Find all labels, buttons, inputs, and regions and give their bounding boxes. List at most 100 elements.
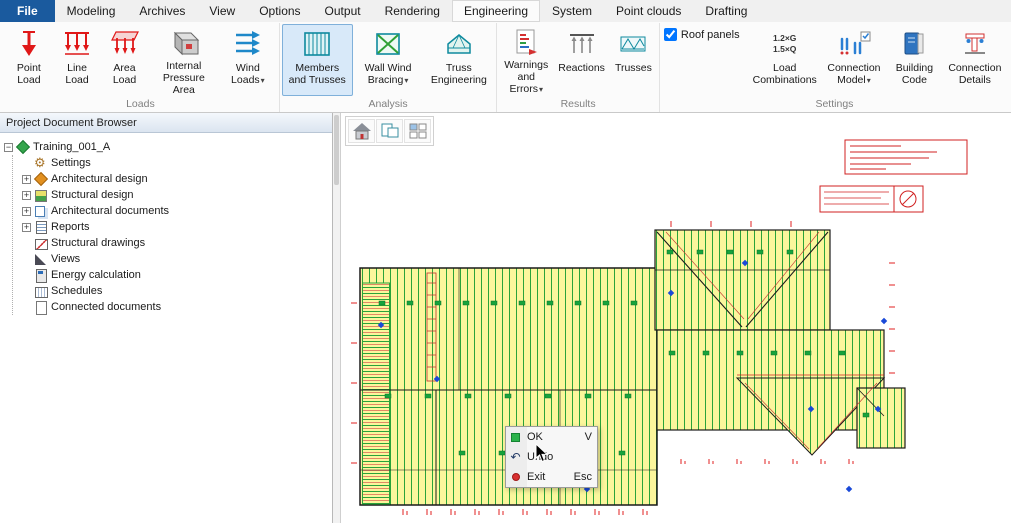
wind-loads-button[interactable]: Wind Loads▾ xyxy=(219,24,277,96)
menu-tab-bar: File Modeling Archives View Options Outp… xyxy=(0,0,1011,22)
chevron-down-icon: ▾ xyxy=(261,76,265,85)
tree-item-structural-drawings[interactable]: Structural drawings xyxy=(22,235,332,251)
project-tree: − Training_001_A Settings + Architectura… xyxy=(0,133,332,523)
trusses-button[interactable]: Trusses xyxy=(610,24,657,96)
tab-file[interactable]: File xyxy=(0,0,55,22)
line-load-icon xyxy=(62,28,92,60)
ribbon-group-label: Results xyxy=(499,97,657,112)
sidebar-scrollbar[interactable] xyxy=(333,113,341,523)
canvas-toolbar xyxy=(345,116,434,146)
undo-icon: ↶ xyxy=(509,451,522,463)
context-menu-item-exit[interactable]: Exit Esc xyxy=(506,467,597,487)
reactions-button[interactable]: Reactions xyxy=(553,24,610,96)
trusses-icon xyxy=(620,28,646,60)
grid-view-button[interactable] xyxy=(404,119,431,143)
tab-output[interactable]: Output xyxy=(313,0,373,22)
connection-model-button[interactable]: Connection Model▾ xyxy=(822,24,886,96)
connection-details-button[interactable]: Connection Details xyxy=(943,24,1007,96)
tab-drafting[interactable]: Drafting xyxy=(693,0,759,22)
warnings-and-errors-icon xyxy=(513,28,539,57)
expand-toggle[interactable]: + xyxy=(22,175,31,184)
drawing-canvas[interactable]: OK V ↶ Undo Exit Esc xyxy=(341,113,1011,523)
expand-toggle[interactable]: + xyxy=(22,191,31,200)
tab-view[interactable]: View xyxy=(197,0,247,22)
truss-engineering-button[interactable]: Truss Engineering xyxy=(423,24,494,96)
chevron-down-icon: ▾ xyxy=(404,76,408,85)
connection-details-icon xyxy=(961,28,989,60)
tree-item-energy-calculation[interactable]: Energy calculation xyxy=(22,267,332,283)
reactions-icon xyxy=(567,28,597,60)
tab-archives[interactable]: Archives xyxy=(127,0,197,22)
context-menu: OK V ↶ Undo Exit Esc xyxy=(505,426,598,488)
exit-icon xyxy=(509,473,522,481)
tree-item-reports[interactable]: + Reports xyxy=(22,219,332,235)
chevron-down-icon: ▾ xyxy=(539,85,543,94)
document-icon xyxy=(34,301,48,314)
tab-point-clouds[interactable]: Point clouds xyxy=(604,0,693,22)
members-and-trusses-icon xyxy=(302,28,332,60)
wall-wind-bracing-icon xyxy=(374,28,402,60)
tab-system[interactable]: System xyxy=(540,0,604,22)
area-load-button[interactable]: Area Load xyxy=(100,24,148,96)
context-menu-item-undo[interactable]: ↶ Undo xyxy=(506,447,597,467)
energy-calculation-icon xyxy=(34,269,48,282)
point-load-button[interactable]: Point Load xyxy=(4,24,54,96)
ribbon-group-label: Analysis xyxy=(282,97,494,112)
ribbon-group-label: Loads xyxy=(4,97,277,112)
panel-title: Project Document Browser xyxy=(0,113,332,133)
tab-engineering[interactable]: Engineering xyxy=(452,0,540,22)
load-combinations-button[interactable]: 1.2×G 1.5×Q Load Combinations xyxy=(748,24,822,96)
project-icon xyxy=(16,141,30,154)
grid-icon xyxy=(408,122,428,140)
building-code-icon xyxy=(901,28,927,60)
windows-icon xyxy=(380,122,400,140)
home-view-button[interactable] xyxy=(348,119,375,143)
floor-plan-drawing[interactable] xyxy=(341,113,1011,523)
tile-windows-button[interactable] xyxy=(376,119,403,143)
tree-item-connected-documents[interactable]: Connected documents xyxy=(22,299,332,315)
building-code-button[interactable]: Building Code xyxy=(886,24,943,96)
tab-options[interactable]: Options xyxy=(247,0,312,22)
tree-item-architectural-design[interactable]: + Architectural design xyxy=(22,171,332,187)
drawings-icon xyxy=(34,237,48,250)
collapse-toggle[interactable]: − xyxy=(4,143,13,152)
tree-item-schedules[interactable]: Schedules xyxy=(22,283,332,299)
wall-wind-bracing-button[interactable]: Wall Wind Bracing▾ xyxy=(353,24,424,96)
schedules-icon xyxy=(34,285,48,298)
internal-pressure-area-icon xyxy=(166,28,202,58)
truss-engineering-icon xyxy=(445,28,473,60)
scrollbar-thumb[interactable] xyxy=(334,115,339,185)
views-icon xyxy=(34,253,48,266)
warnings-and-errors-button[interactable]: Warnings and Errors▾ xyxy=(499,24,553,96)
context-menu-item-ok[interactable]: OK V xyxy=(506,427,597,447)
line-load-button[interactable]: Line Load xyxy=(54,24,101,96)
tree-item-views[interactable]: Views xyxy=(22,251,332,267)
roof-panels-label: Roof panels xyxy=(681,29,740,41)
structural-design-icon xyxy=(34,189,48,202)
reports-icon xyxy=(34,221,48,234)
tree-item-root[interactable]: − Training_001_A xyxy=(4,139,332,155)
point-load-icon xyxy=(17,28,41,60)
ribbon: Point Load Line Load Area Load Internal … xyxy=(0,22,1011,113)
tab-modeling[interactable]: Modeling xyxy=(55,0,128,22)
connection-model-icon xyxy=(836,28,872,60)
tree-item-architectural-documents[interactable]: + Architectural documents xyxy=(22,203,332,219)
ribbon-group-results: Warnings and Errors▾ Reactions Trusses R… xyxy=(497,23,660,112)
expand-toggle[interactable]: + xyxy=(22,223,31,232)
members-and-trusses-button[interactable]: Members and Trusses xyxy=(282,24,353,96)
ribbon-group-loads: Point Load Line Load Area Load Internal … xyxy=(2,23,280,112)
ribbon-group-analysis: Members and Trusses Wall Wind Bracing▾ T… xyxy=(280,23,497,112)
ribbon-group-settings: Roof panels 1.2×G 1.5×Q Load Combination… xyxy=(660,23,1009,112)
tree-item-settings[interactable]: Settings xyxy=(22,155,332,171)
expand-toggle[interactable]: + xyxy=(22,207,31,216)
chevron-down-icon: ▾ xyxy=(867,76,871,85)
roof-panels-checkbox[interactable] xyxy=(664,28,677,41)
wind-loads-icon xyxy=(233,28,263,60)
tab-rendering[interactable]: Rendering xyxy=(373,0,452,22)
load-combinations-icon: 1.2×G 1.5×Q xyxy=(773,28,796,60)
ok-icon xyxy=(509,433,522,442)
tree-item-structural-design[interactable]: + Structural design xyxy=(22,187,332,203)
roof-panels-checkbox-row[interactable]: Roof panels xyxy=(664,28,740,41)
internal-pressure-area-button[interactable]: Internal Pressure Area xyxy=(149,24,219,96)
area-load-icon xyxy=(109,28,141,60)
